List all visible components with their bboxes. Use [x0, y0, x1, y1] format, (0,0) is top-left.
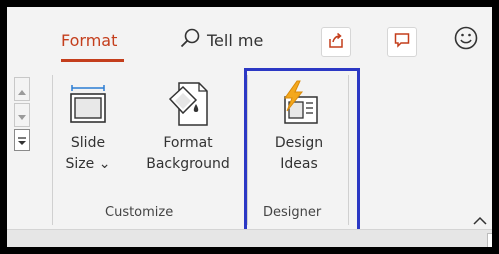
scroll-up-icon	[18, 80, 26, 99]
designer-group-highlight	[244, 68, 360, 233]
slide-size-label: Slide	[70, 135, 106, 151]
slide-size-icon	[65, 83, 111, 133]
comments-icon	[393, 31, 411, 53]
comments-button[interactable]	[387, 27, 417, 57]
slide-size-button[interactable]: Slide Size ⌄	[62, 75, 114, 175]
share-button[interactable]	[321, 27, 351, 57]
share-icon	[327, 31, 345, 53]
group-separator	[52, 75, 53, 225]
ribbon-window: Format Tell me Slide Size ⌄ Format Backg…	[7, 7, 492, 247]
format-background-label: Format	[163, 135, 213, 151]
tell-me-label: Tell me	[207, 30, 264, 50]
format-background-icon	[165, 79, 211, 133]
more-icon	[17, 131, 27, 150]
gallery-scroll-up[interactable]	[14, 77, 30, 101]
gallery-more-button[interactable]	[14, 129, 30, 151]
smiley-icon[interactable]	[453, 25, 479, 55]
active-tab-indicator	[61, 59, 124, 62]
slide-size-label-2: Size ⌄	[65, 156, 111, 172]
gallery-scroll-down[interactable]	[14, 103, 30, 127]
window-corner	[487, 233, 492, 247]
ribbon-bottom-strip	[7, 229, 492, 247]
gallery-scroll	[14, 77, 30, 153]
format-background-label-2: Background	[146, 156, 230, 172]
collapse-ribbon-icon[interactable]	[473, 211, 487, 230]
scroll-down-icon	[18, 106, 26, 125]
tab-format[interactable]: Format	[61, 31, 117, 50]
group-label-customize: Customize	[105, 205, 174, 220]
format-background-button[interactable]: Format Background	[138, 75, 238, 175]
tell-me-search[interactable]: Tell me	[179, 27, 263, 53]
search-icon	[179, 27, 201, 53]
